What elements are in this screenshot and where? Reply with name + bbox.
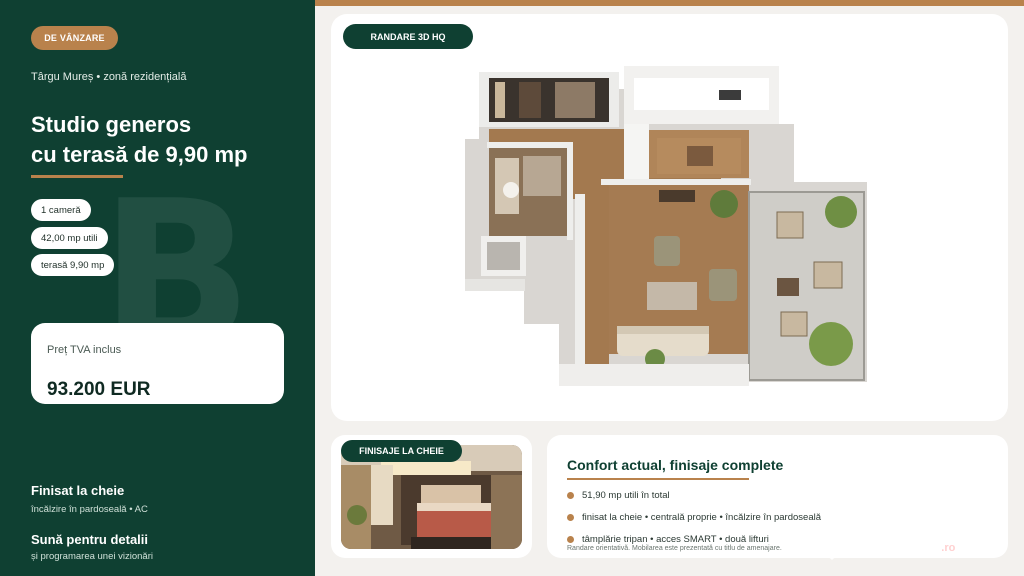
bullet-item: tâmplărie tripan • acces SMART • două li… [567, 534, 769, 545]
info-title: Confort actual, finisaje complete [567, 457, 784, 473]
location-text: Târgu Mureș • zonă rezidențială [31, 71, 187, 83]
title-underline [31, 175, 123, 178]
finishes-photo-card: FINISAJE LA CHEIE [331, 435, 532, 558]
price-label: Preț TVA inclus [47, 344, 122, 356]
listing-title: Studio generos cu terasă de 9,90 mp [31, 110, 301, 170]
finish-subtitle: încălzire în pardoseală • AC [31, 504, 148, 515]
for-sale-badge: DE VÂNZARE [31, 26, 118, 50]
heart-logo-icon [813, 531, 851, 560]
floor-plan-3d-image [465, 66, 867, 386]
bullet-item: finisat la cheie • centrală proprie • în… [567, 512, 821, 523]
call-title: Sună pentru detalii [31, 532, 149, 547]
watermark-tld: .ro [941, 542, 956, 554]
bullet-dot-icon [567, 514, 574, 521]
listing-sidebar: B DE VÂNZARE Târgu Mureș • zonă rezidenț… [0, 0, 315, 576]
title-line-1: Studio generos [31, 112, 192, 137]
bullet-text: finisat la cheie • centrală proprie • în… [582, 512, 822, 523]
price-card: Preț TVA inclus 93.200 EUR [31, 323, 284, 404]
disclaimer: Randare orientativă. Mobilarea este prez… [567, 545, 782, 552]
chip-area: 42,00 mp utili [31, 227, 108, 249]
finish-title: Finisat la cheie [31, 483, 125, 498]
render-badge: RANDARE 3D HQ [343, 24, 473, 49]
title-line-2: cu terasă de 9,90 mp [31, 142, 248, 167]
accent-top-bar [315, 0, 1024, 6]
bullet-text: 51,90 mp utili în total [582, 490, 670, 501]
bullet-item: 51,90 mp utili în total [567, 490, 670, 501]
finishes-badge: FINISAJE LA CHEIE [341, 440, 462, 462]
chip-terrace: terasă 9,90 mp [31, 254, 115, 276]
bullet-dot-icon [567, 536, 574, 543]
chip-rooms: 1 cameră [31, 199, 91, 221]
bullet-text: tâmplărie tripan • acces SMART • două li… [582, 534, 769, 545]
bullet-dot-icon [567, 492, 574, 499]
info-underline [567, 478, 749, 480]
price-value: 93.200 EUR [47, 379, 151, 400]
watermark-brand: lajumate [852, 532, 942, 557]
call-subtitle: și programarea unei vizionări [31, 551, 153, 562]
lajumate-watermark: lajumate .ro [812, 530, 955, 560]
render-card: RANDARE 3D HQ [331, 14, 1008, 421]
